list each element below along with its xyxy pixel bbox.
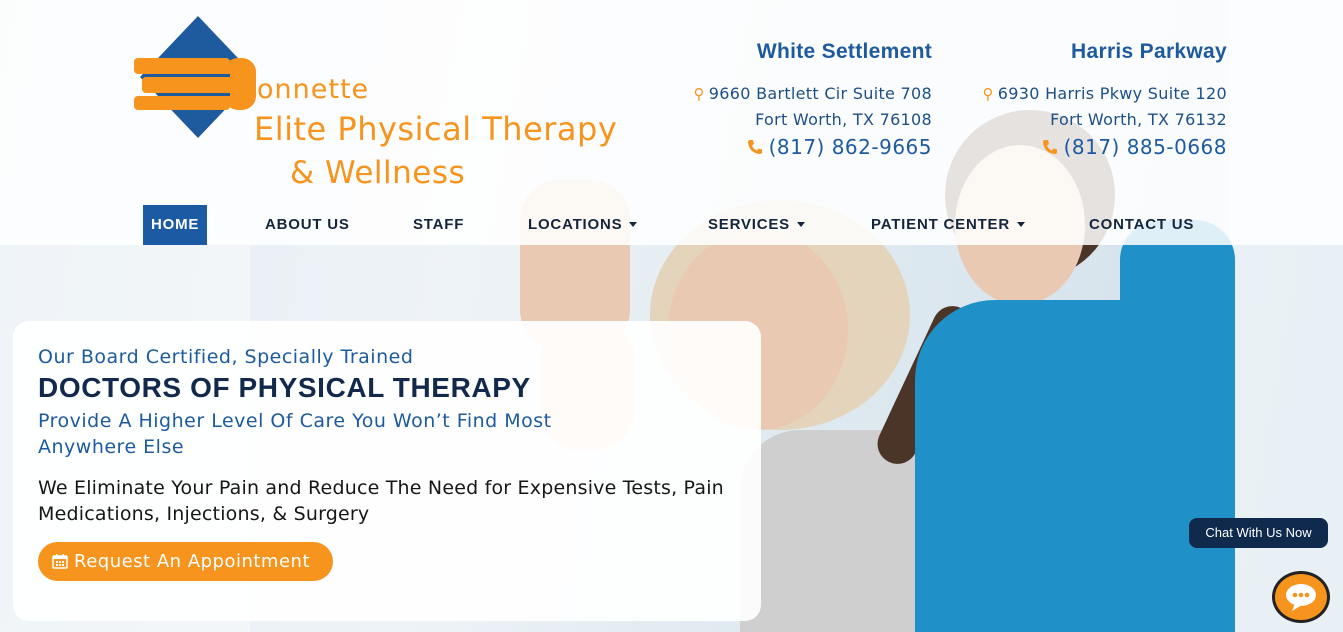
site-logo[interactable]: onnette Elite Physical Therapy & Wellnes… xyxy=(132,14,617,194)
hero-pre-heading: Our Board Certified, Specially Trained xyxy=(38,346,414,368)
nav-item-locations[interactable]: LOCATIONS xyxy=(528,205,638,245)
location-harris-parkway: Harris Parkway ⚲ 6930 Harris Pkwy Suite 1… xyxy=(982,40,1227,159)
chat-bubble-icon xyxy=(1286,584,1316,611)
location-address[interactable]: ⚲ 9660 Bartlett Cir Suite 708 xyxy=(693,81,932,107)
hero-body-text: We Eliminate Your Pain and Reduce The Ne… xyxy=(38,477,724,525)
chat-label[interactable]: Chat With Us Now xyxy=(1189,518,1328,548)
calendar-icon xyxy=(52,554,68,569)
location-white-settlement: White Settlement ⚲ 9660 Bartlett Cir Suit… xyxy=(693,40,932,159)
logo-text-wellness: & Wellness xyxy=(290,155,466,191)
phone-icon xyxy=(1042,140,1057,154)
map-pin-icon: ⚲ xyxy=(982,85,994,103)
location-address[interactable]: ⚲ 6930 Harris Pkwy Suite 120 xyxy=(982,81,1227,107)
nav-item-home[interactable]: HOME xyxy=(143,205,208,245)
hero-card: Our Board Certified, Specially Trained D… xyxy=(13,321,761,621)
nav-item-contact-us[interactable]: CONTACT US xyxy=(1089,205,1194,245)
map-pin-icon: ⚲ xyxy=(693,85,705,103)
location-city[interactable]: Fort Worth, TX 76132 xyxy=(982,107,1227,133)
logo-text-bonnette: onnette xyxy=(257,74,370,105)
nav-item-services[interactable]: SERVICES xyxy=(708,205,805,245)
location-phone[interactable]: (817) 885-0668 xyxy=(982,135,1227,159)
nav-item-staff[interactable]: STAFF xyxy=(413,205,464,245)
logo-text-elite: Elite Physical Therapy xyxy=(254,110,618,148)
caret-down-icon xyxy=(797,222,805,227)
nav-item-patient-center[interactable]: PATIENT CENTER xyxy=(871,205,1025,245)
location-name: White Settlement xyxy=(756,40,932,63)
request-appointment-button[interactable]: Request An Appointment xyxy=(38,542,333,581)
hero-headline: DOCTORS OF PHYSICAL THERAPY xyxy=(38,372,531,403)
main-nav: HOME ABOUT US STAFF LOCATIONS SERVICES P… xyxy=(143,205,1213,245)
location-city[interactable]: Fort Worth, TX 76108 xyxy=(693,107,932,133)
caret-down-icon xyxy=(629,222,638,227)
nav-item-about-us[interactable]: ABOUT US xyxy=(265,205,350,245)
location-name: Harris Parkway xyxy=(1071,40,1227,63)
location-phone[interactable]: (817) 862-9665 xyxy=(693,135,932,159)
caret-down-icon xyxy=(1016,222,1025,227)
hero-subheading: Provide A Higher Level Of Care You Won’t… xyxy=(38,410,552,458)
chat-button[interactable] xyxy=(1272,571,1330,623)
logo-emblem-icon xyxy=(134,16,256,138)
phone-icon xyxy=(747,140,762,154)
